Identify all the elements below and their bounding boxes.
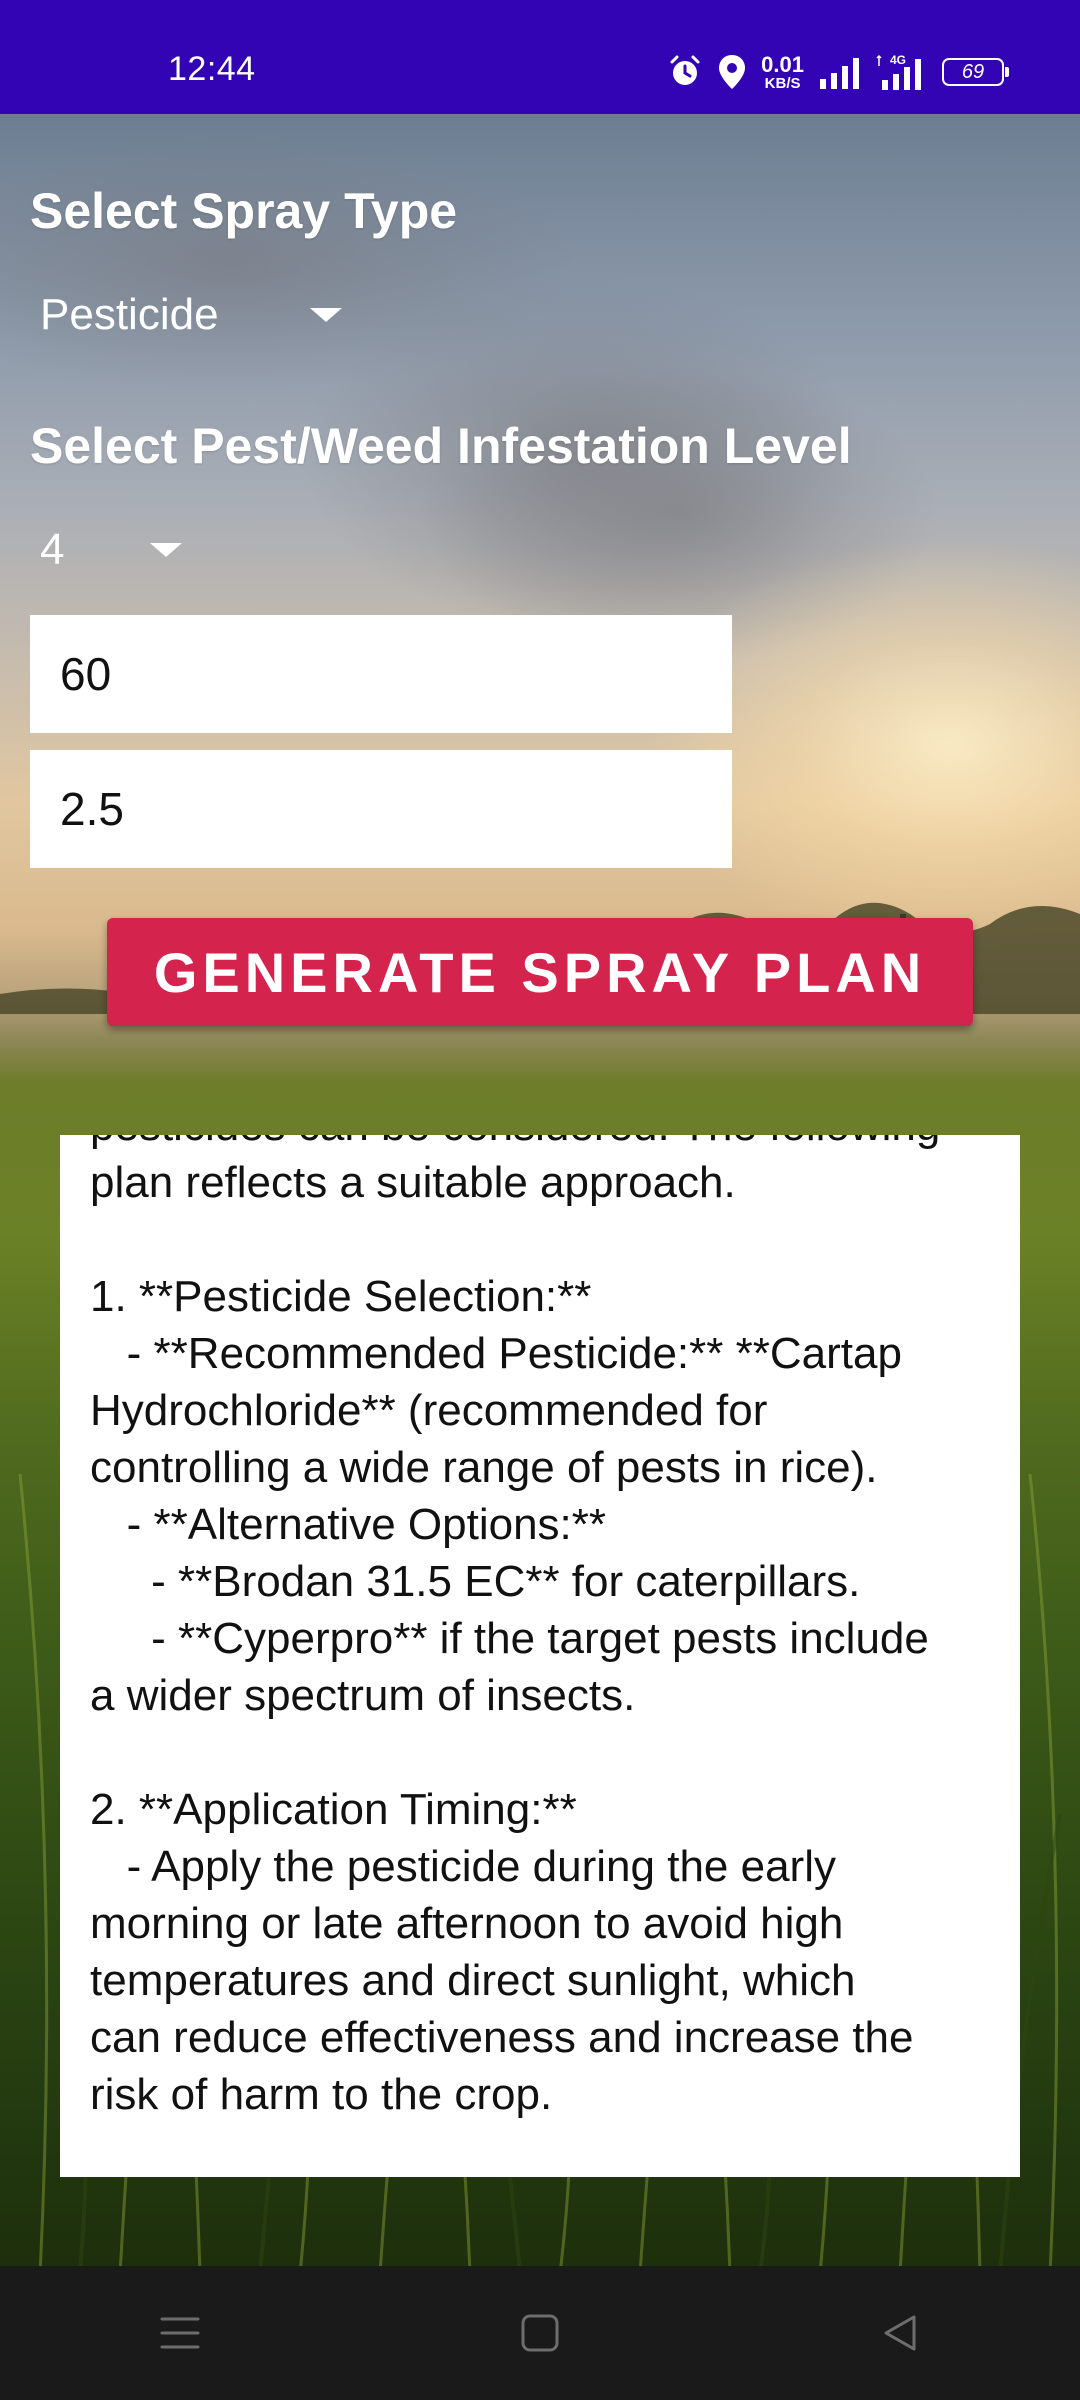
- infestation-level-value: 4: [40, 525, 65, 574]
- status-time: 12:44: [168, 50, 256, 88]
- location-icon: [719, 55, 746, 89]
- generate-spray-plan-button[interactable]: GENERATE SPRAY PLAN: [107, 918, 973, 1026]
- chevron-down-icon: [150, 543, 182, 557]
- home-button[interactable]: [480, 2283, 600, 2383]
- battery-icon: 69: [942, 58, 1009, 86]
- navigation-bar: [0, 2266, 1080, 2400]
- home-icon: [521, 2314, 559, 2352]
- spray-type-label: Select Spray Type: [30, 183, 458, 239]
- input-field-2[interactable]: [30, 750, 732, 868]
- signal-4g-icon: 4G: [876, 53, 921, 90]
- alarm-icon: [670, 55, 700, 85]
- status-icons: 0.01 KB/S 4G 69: [667, 50, 1009, 94]
- infestation-level-label: Select Pest/Weed Infestation Level: [30, 418, 852, 474]
- spray-type-dropdown[interactable]: Pesticide: [30, 280, 342, 350]
- network-type-label: 4G: [890, 53, 906, 67]
- back-icon: [884, 2315, 916, 2351]
- chevron-down-icon: [310, 308, 342, 322]
- infestation-level-dropdown[interactable]: 4: [30, 515, 182, 585]
- net-speed-unit: KB/S: [764, 74, 801, 92]
- battery-level: 69: [961, 60, 985, 83]
- signal-icon: [820, 58, 859, 89]
- back-button[interactable]: [840, 2283, 960, 2383]
- spray-plan-text: pesticides can be considered. The follow…: [90, 1135, 940, 2119]
- input-field-1[interactable]: [30, 615, 732, 733]
- net-speed: 0.01 KB/S: [761, 51, 804, 92]
- menu-icon: [160, 2317, 200, 2349]
- spray-type-value: Pesticide: [40, 290, 219, 339]
- spray-plan-result[interactable]: pesticides can be considered. The follow…: [60, 1135, 1020, 2177]
- net-speed-value: 0.01: [761, 51, 804, 77]
- status-bar: 12:44 0.01 KB/S 4G 69: [0, 0, 1080, 114]
- menu-button[interactable]: [120, 2283, 240, 2383]
